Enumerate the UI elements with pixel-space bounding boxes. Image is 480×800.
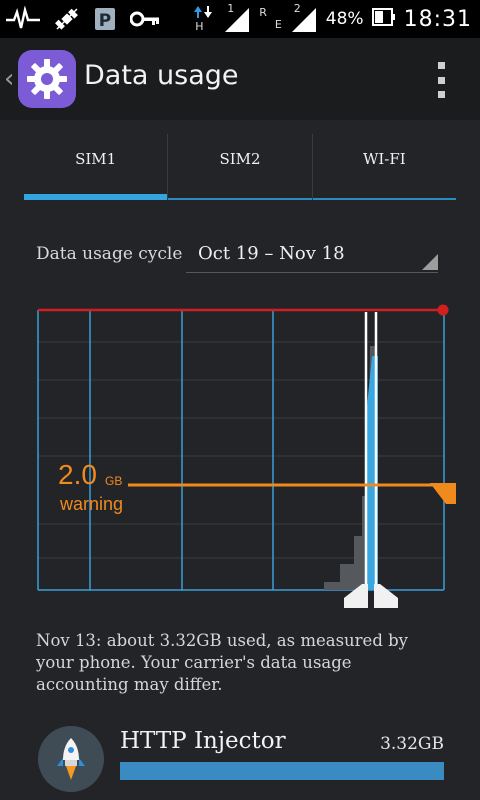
warning-value: 2.0 xyxy=(58,459,97,490)
app-usage-size: 3.32GB xyxy=(380,734,444,754)
grid-horizontal xyxy=(38,341,444,559)
status-bar: P H 1 R E 2 48% 18:31 xyxy=(0,0,480,38)
up-navigation-icon[interactable]: ‹ xyxy=(4,64,14,94)
tab-sim1[interactable]: SIM1 xyxy=(24,134,168,200)
parking-icon: P xyxy=(94,7,116,31)
sim2-marker: 2 xyxy=(293,2,301,15)
usage-caption: Nov 13: about 3.32GB used, as measured b… xyxy=(36,631,409,694)
signal-sim1-icon: 1 xyxy=(223,2,251,34)
tab-indicator xyxy=(24,194,168,200)
action-bar: ‹ Data usage xyxy=(0,38,480,120)
tab-label: WI-FI xyxy=(362,150,406,168)
tab-sim2[interactable]: SIM2 xyxy=(167,134,312,200)
battery-percent: 48% xyxy=(325,9,364,29)
tab-wifi[interactable]: WI-FI xyxy=(311,134,456,200)
warning-unit: GB xyxy=(105,474,122,488)
page-title: Data usage xyxy=(84,60,239,91)
app-usage-fill xyxy=(120,762,444,780)
list-item[interactable]: HTTP Injector 3.32GB xyxy=(0,712,480,800)
roaming-indicator: R xyxy=(259,6,267,19)
tab-indicator xyxy=(168,198,312,200)
overflow-menu-icon[interactable] xyxy=(438,62,446,98)
cycle-value: Oct 19 – Nov 18 xyxy=(198,243,345,264)
satellite-icon xyxy=(54,6,80,32)
limit-handle[interactable] xyxy=(437,304,449,316)
tab-indicator xyxy=(312,198,456,200)
dropdown-corner-icon xyxy=(422,254,438,270)
usage-chart: 2.0 GB warning xyxy=(37,304,456,608)
cycle-dropdown[interactable]: Oct 19 – Nov 18 xyxy=(186,234,438,273)
warning-handle[interactable] xyxy=(430,483,456,504)
svg-text:P: P xyxy=(99,11,111,31)
pulse-icon xyxy=(6,6,40,32)
cycle-label: Data usage cycle xyxy=(36,244,183,264)
gear-icon[interactable] xyxy=(18,50,76,108)
clock: 18:31 xyxy=(403,6,472,32)
rocket-icon xyxy=(38,726,104,792)
key-icon xyxy=(130,9,160,29)
sweep-right-handle[interactable] xyxy=(374,584,398,608)
sim1-marker: 1 xyxy=(227,2,235,15)
app-name: HTTP Injector xyxy=(120,728,286,754)
warning-label: warning xyxy=(59,494,123,514)
app-usage-bar xyxy=(120,762,444,780)
network-type-1: H xyxy=(195,20,204,33)
tab-label: SIM2 xyxy=(219,150,261,168)
data-arrows-icon: H xyxy=(193,4,215,34)
battery-icon xyxy=(371,6,396,32)
tab-label: SIM1 xyxy=(75,150,117,168)
network-type-2: E xyxy=(274,18,282,31)
signal-sim2-icon: 2 xyxy=(290,2,318,34)
grid-vertical xyxy=(37,310,445,591)
sim-tabs: SIM1 SIM2 WI-FI xyxy=(24,134,456,200)
